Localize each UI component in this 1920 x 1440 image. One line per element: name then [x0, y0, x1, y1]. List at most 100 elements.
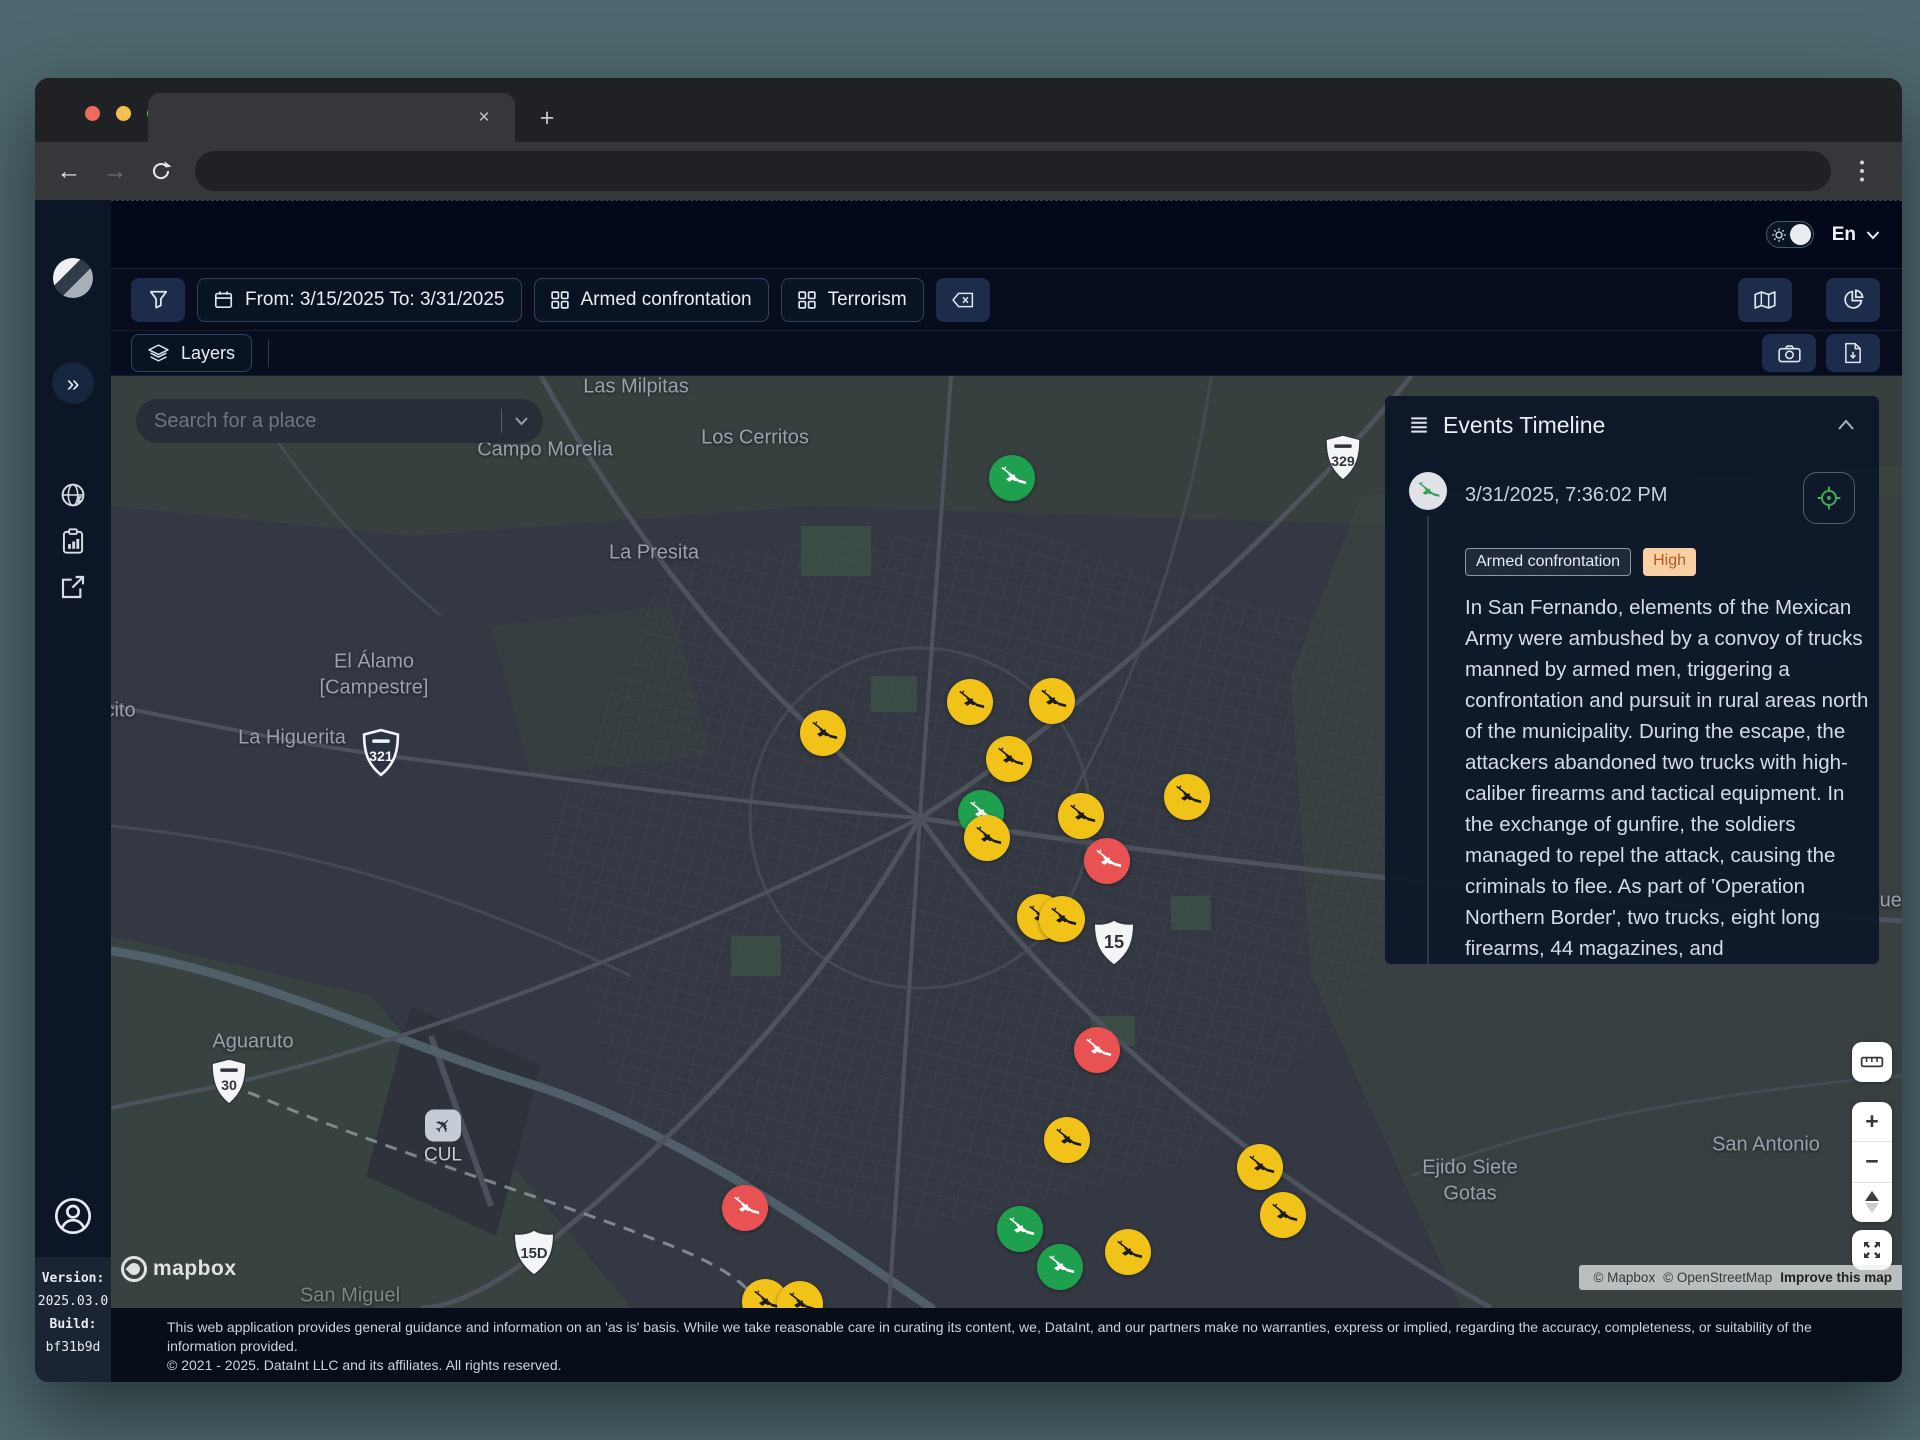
- map-place-label: cito: [111, 700, 136, 723]
- event-marker-red[interactable]: [1084, 838, 1130, 884]
- locate-event-button[interactable]: [1803, 472, 1855, 524]
- event-marker-yellow[interactable]: [1260, 1192, 1306, 1238]
- language-selector[interactable]: En: [1832, 224, 1880, 246]
- event-marker-red[interactable]: [722, 1185, 768, 1231]
- external-link-icon[interactable]: [51, 566, 95, 608]
- event-marker-yellow[interactable]: [1058, 793, 1104, 839]
- layers-toolbar: Layers: [111, 330, 1902, 376]
- search-chevron-down-icon[interactable]: [514, 416, 529, 426]
- map-view-button[interactable]: [1738, 278, 1792, 322]
- back-icon[interactable]: ←: [49, 151, 89, 191]
- category-chip-label: Terrorism: [828, 289, 907, 311]
- mapbox-attribution-link[interactable]: © Mapbox: [1593, 1270, 1655, 1285]
- event-timestamp: 3/31/2025, 7:36:02 PM: [1465, 472, 1803, 507]
- globe-network-icon[interactable]: [51, 474, 95, 516]
- filter-button[interactable]: [131, 278, 185, 322]
- language-label: En: [1832, 224, 1856, 246]
- map-place-label: Las Milpitas: [583, 376, 689, 399]
- map-place-label: [Campestre]: [320, 677, 429, 700]
- close-window-button[interactable]: [85, 106, 100, 121]
- rifle-icon: [1080, 1034, 1114, 1065]
- timeline-event[interactable]: 3/31/2025, 7:36:02 PM Armed confrontatio…: [1409, 472, 1855, 964]
- report-clipboard-icon[interactable]: [51, 520, 95, 562]
- category-chip-armed-confrontation[interactable]: Armed confrontation: [534, 278, 769, 322]
- layers-icon: [148, 344, 169, 363]
- map-place-label: Ejido Siete: [1422, 1157, 1518, 1180]
- minimize-window-button[interactable]: [116, 106, 131, 121]
- backspace-icon: [952, 292, 974, 308]
- rifle-icon: [1111, 1236, 1145, 1267]
- map-place-label: uel: [1880, 890, 1902, 913]
- mapbox-logo[interactable]: mapbox: [121, 1256, 237, 1282]
- compass-button[interactable]: [1852, 1182, 1892, 1222]
- collapse-chevron-up-icon[interactable]: [1837, 419, 1855, 431]
- event-marker-yellow[interactable]: [947, 679, 993, 725]
- zoom-in-button[interactable]: +: [1852, 1102, 1892, 1141]
- export-download-button[interactable]: [1826, 334, 1880, 372]
- improve-map-link[interactable]: Improve this map: [1780, 1270, 1892, 1285]
- event-marker-green[interactable]: [997, 1206, 1043, 1252]
- event-marker-yellow[interactable]: [1029, 678, 1075, 724]
- event-marker-yellow[interactable]: [964, 815, 1010, 861]
- disclaimer-line2: © 2021 - 2025. DataInt LLC and its affil…: [167, 1356, 1862, 1375]
- event-marker-yellow[interactable]: [1044, 1117, 1090, 1163]
- event-marker-green[interactable]: [1037, 1244, 1083, 1290]
- sidebar-expand-button[interactable]: »: [52, 362, 94, 404]
- event-marker-yellow[interactable]: [1039, 896, 1085, 942]
- screenshot-button[interactable]: [1762, 334, 1816, 372]
- category-grid-icon: [551, 291, 569, 309]
- funnel-icon: [149, 290, 168, 309]
- version-value: 2025.03.0: [38, 1294, 108, 1309]
- event-marker-yellow[interactable]: [1164, 774, 1210, 820]
- place-search: [136, 399, 543, 443]
- event-marker-green[interactable]: [989, 455, 1035, 501]
- browser-tab[interactable]: ×: [148, 93, 515, 142]
- category-chip-label: Armed confrontation: [581, 289, 752, 311]
- browser-menu-icon[interactable]: [1847, 153, 1877, 189]
- analytics-view-button[interactable]: [1826, 278, 1880, 322]
- highway-shield-321: 321: [361, 729, 401, 782]
- event-marker-red[interactable]: [1074, 1027, 1120, 1073]
- new-tab-button[interactable]: +: [533, 104, 561, 132]
- event-marker-yellow[interactable]: [1105, 1229, 1151, 1275]
- clear-filters-button[interactable]: [936, 278, 990, 322]
- osm-attribution-link[interactable]: © OpenStreetMap: [1663, 1270, 1772, 1285]
- date-range-label: From: 3/15/2025 To: 3/31/2025: [245, 289, 505, 311]
- zoom-out-button[interactable]: −: [1852, 1141, 1892, 1181]
- category-chip-terrorism[interactable]: Terrorism: [781, 278, 924, 322]
- rifle-icon: [1414, 478, 1442, 504]
- rifle-icon: [783, 1288, 817, 1308]
- tab-close-icon[interactable]: ×: [471, 105, 497, 131]
- file-download-icon: [1844, 342, 1862, 364]
- sun-icon: [1772, 228, 1786, 242]
- camera-icon: [1778, 344, 1801, 363]
- reload-icon[interactable]: [141, 151, 181, 191]
- layers-button[interactable]: Layers: [131, 334, 252, 372]
- event-marker-yellow[interactable]: [1237, 1144, 1283, 1190]
- event-marker-yellow[interactable]: [800, 710, 846, 756]
- rifle-icon: [1035, 685, 1069, 716]
- event-marker-yellow[interactable]: [986, 736, 1032, 782]
- filter-toolbar: From: 3/15/2025 To: 3/31/2025 Armed conf…: [111, 268, 1902, 330]
- highway-shield-30: 30: [209, 1058, 249, 1111]
- rifle-icon: [1266, 1199, 1300, 1230]
- event-severity-badge: High: [1643, 548, 1696, 576]
- user-profile-icon[interactable]: [51, 1194, 95, 1238]
- address-bar[interactable]: [195, 151, 1831, 191]
- browser-titlebar: × +: [35, 78, 1902, 142]
- app-header: En: [111, 200, 1902, 268]
- version-label: Version:: [42, 1271, 105, 1286]
- map-canvas[interactable]: Las MilpitasCampo MoreliaLos CerritosLa …: [111, 376, 1902, 1308]
- svg-text:15D: 15D: [520, 1246, 547, 1262]
- highway-shield-329: 329: [1323, 434, 1363, 487]
- airport-marker: ✈ CUL: [424, 1110, 462, 1167]
- measure-button[interactable]: [1852, 1042, 1892, 1082]
- fullscreen-button[interactable]: [1852, 1230, 1892, 1270]
- layers-label: Layers: [181, 343, 235, 364]
- theme-toggle[interactable]: [1766, 221, 1814, 248]
- date-range-chip[interactable]: From: 3/15/2025 To: 3/31/2025: [197, 278, 522, 322]
- airport-code-label: CUL: [424, 1145, 462, 1167]
- forward-icon[interactable]: →: [95, 151, 135, 191]
- search-input[interactable]: [154, 410, 489, 433]
- event-category-badge: Armed confrontation: [1465, 548, 1631, 576]
